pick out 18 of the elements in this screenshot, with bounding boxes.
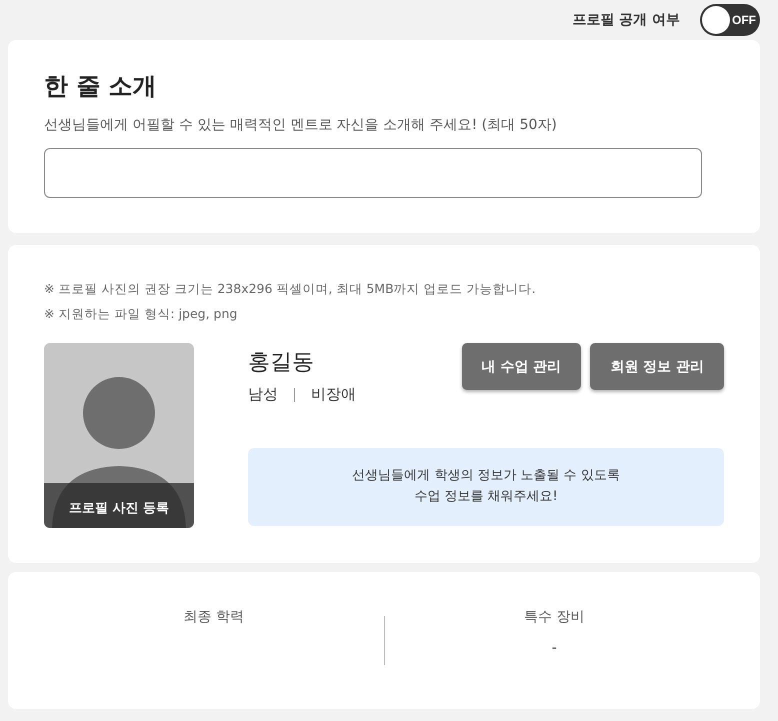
student-name: 홍길동: [248, 349, 315, 377]
input-field[interactable]: [44, 148, 702, 198]
notice-text: 선생님들에게 학생의 정보가 노출될 수 있도록: [351, 467, 621, 485]
disability-text: 비장애: [311, 385, 356, 404]
visibility-label: 프로필 공개 여부: [572, 11, 680, 29]
notice-text: 수업 정보를 채워주세요!: [413, 488, 559, 506]
manage-button[interactable]: 내 수업 관리: [462, 343, 582, 390]
info-label: 특수 장비: [524, 608, 584, 626]
photo-upload-button[interactable]: 프로필 사진 등록: [44, 483, 194, 528]
info-value: -: [552, 640, 557, 656]
manage-button[interactable]: 회원 정보 관리: [590, 343, 724, 390]
info-label: 최종 학력: [184, 608, 244, 626]
section-title: 한 줄 소개: [44, 71, 158, 102]
intro-description: 선생님들에게 어필할 수 있는 매력적인 멘트로 자신을 소개해 주세요! (최대 50자): [44, 116, 558, 134]
upload-note: ※ 지원하는 파일 형식: jpeg, png: [44, 306, 238, 323]
visibility-toggle[interactable]: OFF: [700, 4, 760, 36]
gender-text: 남성: [248, 385, 278, 404]
upload-note: ※ 프로필 사진의 권장 크기는 238x296 픽셀이며, 최대 5MB까지 업로드 가능합니다.: [44, 281, 537, 298]
